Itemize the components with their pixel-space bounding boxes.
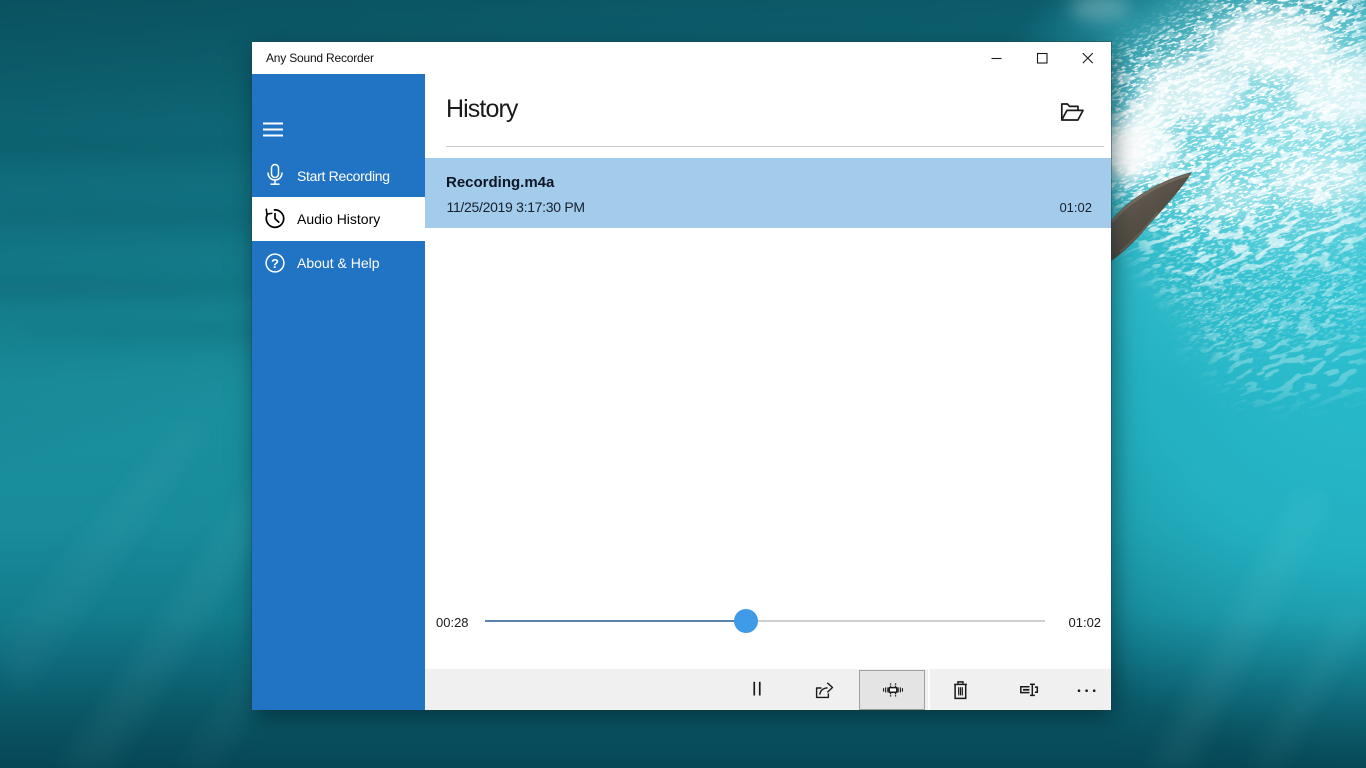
svg-text:?: ? [271, 256, 279, 271]
